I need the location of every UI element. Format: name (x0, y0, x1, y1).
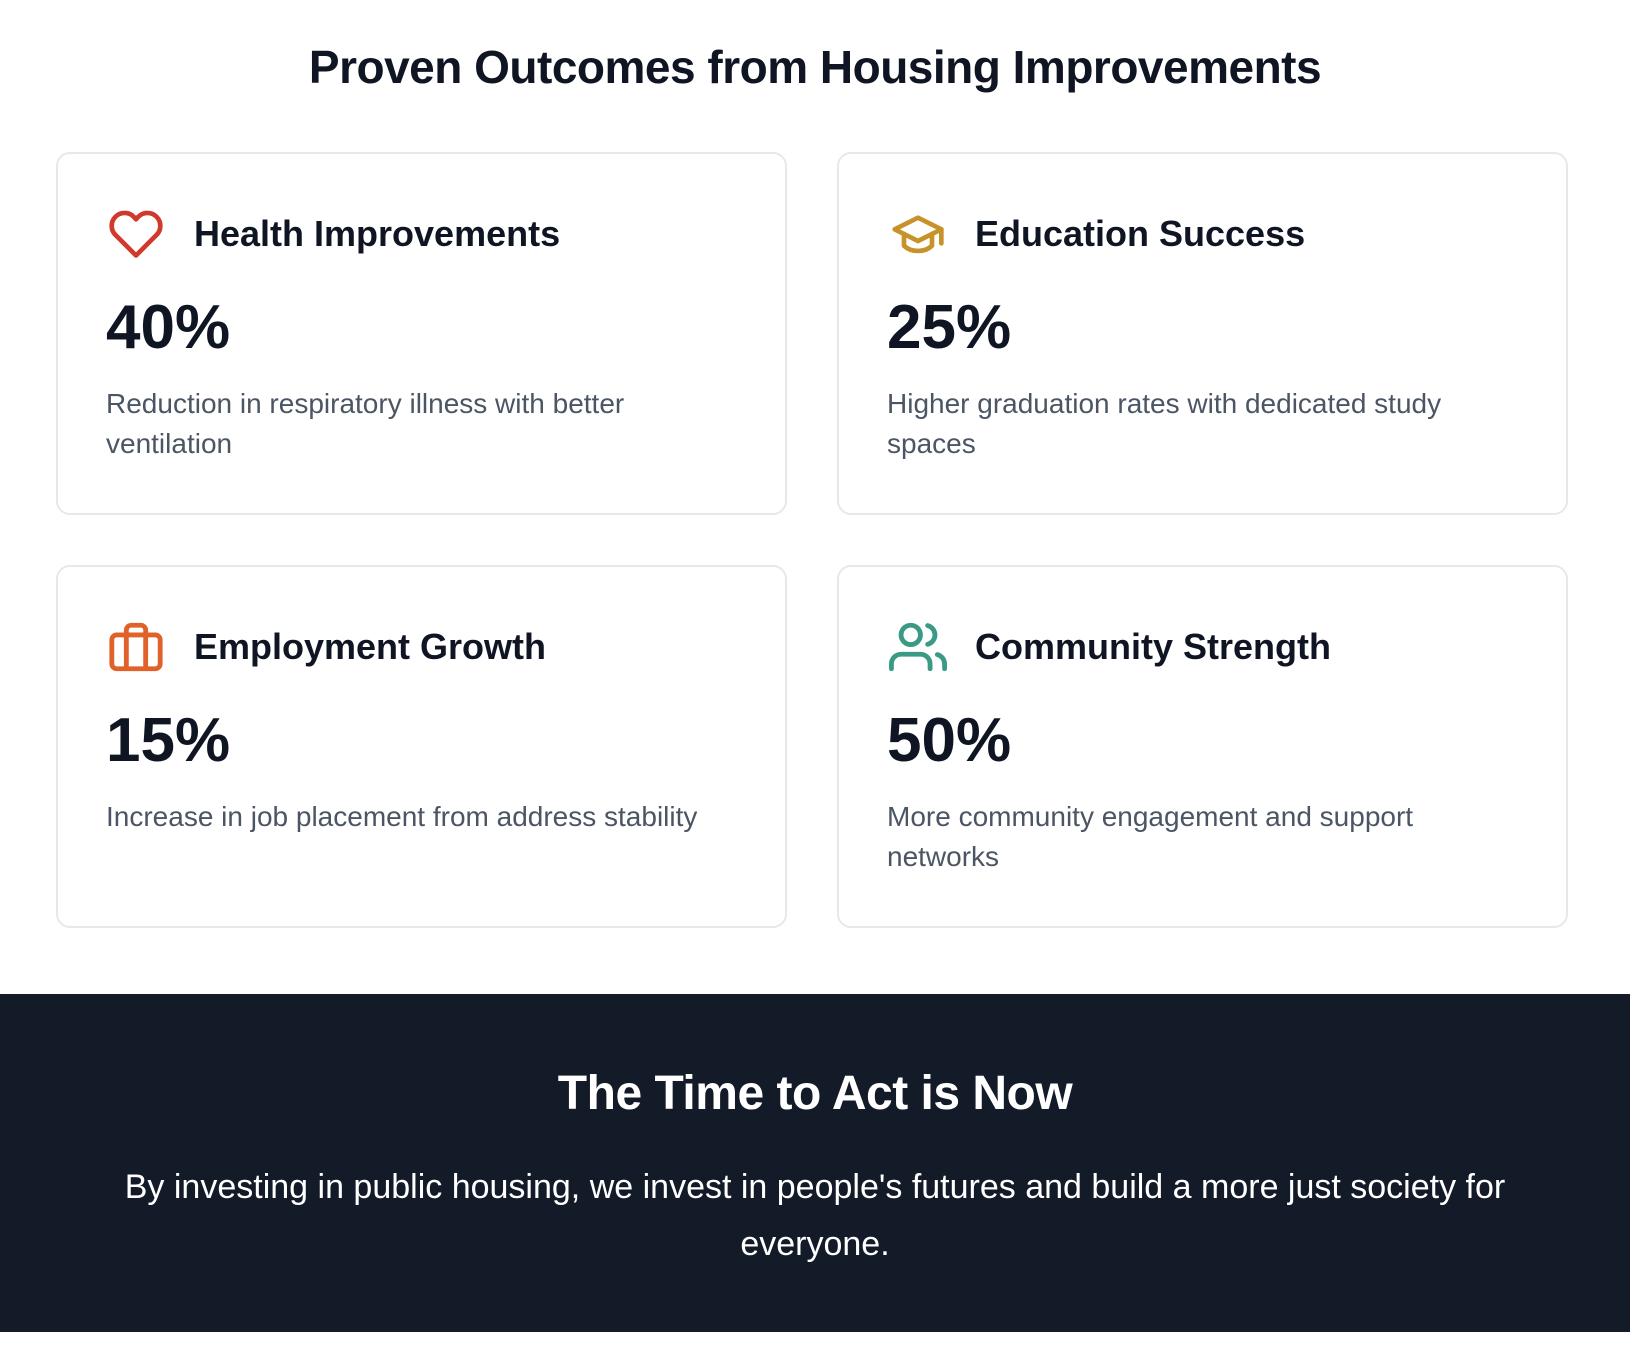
graduation-cap-icon (887, 202, 951, 266)
outcomes-heading: Proven Outcomes from Housing Improvement… (308, 41, 1322, 93)
card-description: Increase in job placement from address s… (106, 801, 698, 833)
card-description: More community engagement and support ne… (887, 801, 1414, 873)
card-header: Employment Growth (106, 615, 737, 679)
card-title: Health Improvements (194, 213, 561, 254)
card-stat: 50% (887, 706, 1012, 775)
users-icon (887, 615, 951, 679)
heart-icon (106, 202, 170, 266)
card-description: Higher graduation rates with dedicated s… (887, 388, 1442, 460)
card-title: Employment Growth (194, 626, 547, 667)
outcomes-grid: Health Improvements 40% Reduction in res… (56, 152, 1574, 928)
card-header: Health Improvements (106, 202, 737, 266)
card-stat: 15% (106, 706, 231, 775)
card-description: Reduction in respiratory illness with be… (106, 388, 625, 460)
cta-text: By investing in public housing, we inves… (124, 1168, 1506, 1263)
card-header: Education Success (887, 202, 1518, 266)
outcome-card-employment: Employment Growth 15% Increase in job pl… (56, 565, 787, 928)
card-title: Education Success (975, 213, 1306, 254)
cta-heading: The Time to Act is Now (557, 1067, 1073, 1120)
page: Proven Outcomes from Housing Improvement… (0, 0, 1638, 1350)
outcome-card-community: Community Strength 50% More community en… (837, 565, 1568, 928)
call-to-action-section: The Time to Act is Now By investing in p… (0, 994, 1630, 1332)
briefcase-icon (106, 615, 170, 679)
card-title: Community Strength (975, 626, 1331, 667)
card-header: Community Strength (887, 615, 1518, 679)
outcome-card-health: Health Improvements 40% Reduction in res… (56, 152, 787, 515)
card-stat: 40% (106, 293, 231, 362)
outcome-card-education: Education Success 25% Higher graduation … (837, 152, 1568, 515)
card-stat: 25% (887, 293, 1012, 362)
